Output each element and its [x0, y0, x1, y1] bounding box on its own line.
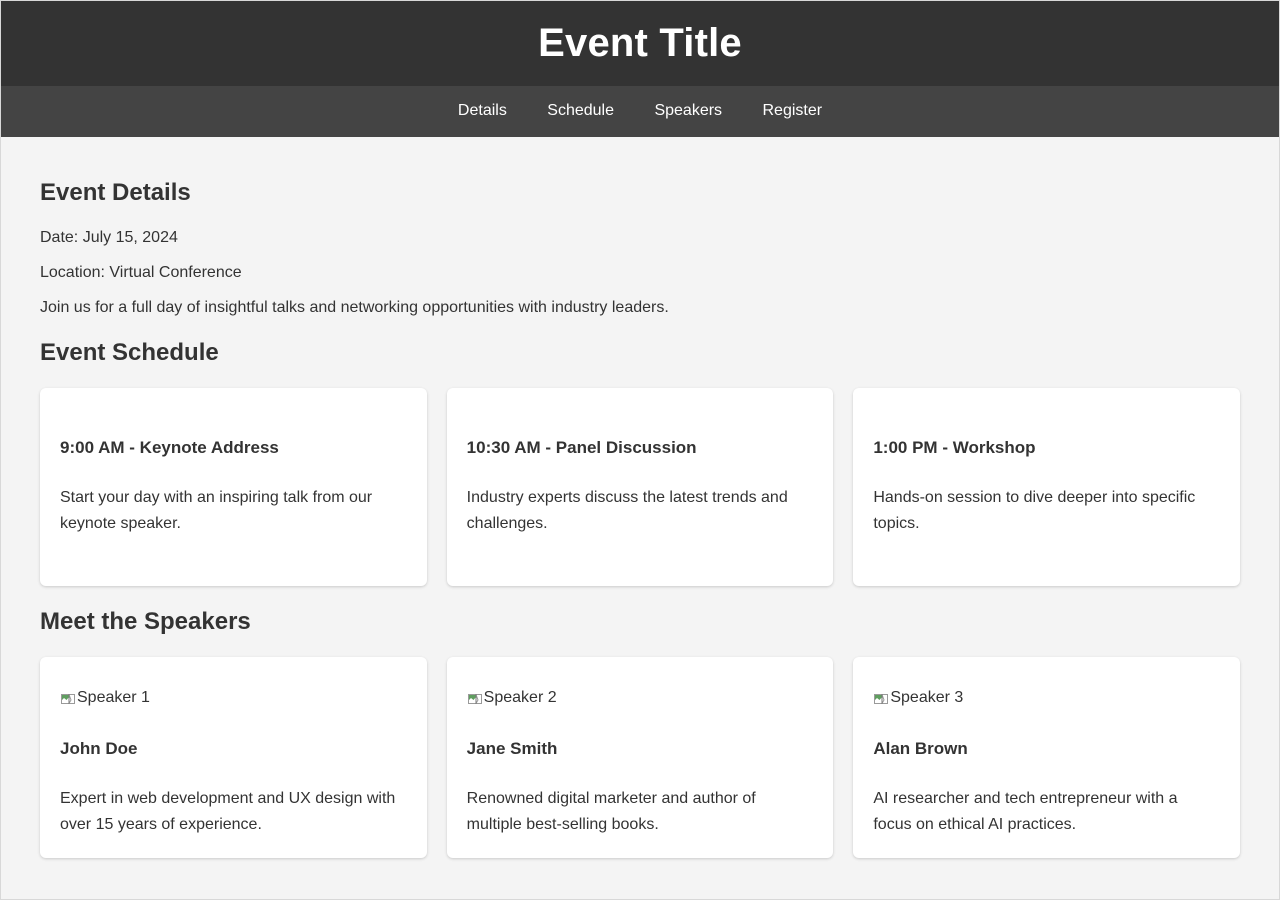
schedule-card[interactable]: 1:00 PM - Workshop Hands-on session to d…: [853, 388, 1241, 586]
main-navigation: Details Schedule Speakers Register: [1, 86, 1279, 137]
event-details-section: Event Details Date: July 15, 2024 Locati…: [21, 179, 1259, 317]
speaker-bio: AI researcher and tech entrepreneur with…: [873, 789, 1178, 833]
broken-image-icon: [873, 691, 889, 707]
site-header: Event Title: [1, 1, 1279, 86]
event-schedule-heading: Event Schedule: [40, 339, 219, 366]
speaker-bio: Expert in web development and UX design …: [60, 789, 396, 833]
event-location: Location: Virtual Conference: [40, 264, 242, 281]
broken-image-icon: [467, 691, 483, 707]
schedule-card[interactable]: 9:00 AM - Keynote Address Start your day…: [40, 388, 427, 586]
event-details-heading: Event Details: [40, 179, 191, 206]
speaker-bio: Renowned digital marketer and author of …: [466, 789, 756, 833]
speaker-photo-alt-text: Speaker 3: [890, 689, 964, 706]
speaker-photo-alt-text: Speaker 2: [483, 689, 557, 706]
speaker-photo[interactable]: Speaker 3: [873, 688, 963, 707]
schedule-item-title: 10:30 AM - Panel Discussion: [466, 438, 697, 457]
speakers-card-grid: Speaker 1 John Doe Expert in web develop…: [21, 657, 1259, 858]
schedule-item-description: Start your day with an inspiring talk fr…: [60, 489, 373, 532]
speaker-photo[interactable]: Speaker 2: [467, 688, 557, 707]
schedule-item-description: Hands-on session to dive deeper into spe…: [873, 489, 1196, 532]
schedule-item-title: 1:00 PM - Workshop: [873, 438, 1036, 457]
nav-link-speakers[interactable]: Speakers: [654, 101, 722, 121]
schedule-card-grid: 9:00 AM - Keynote Address Start your day…: [21, 388, 1259, 586]
speaker-card[interactable]: Speaker 2 Jane Smith Renowned digital ma…: [446, 657, 834, 858]
schedule-item-description: Industry experts discuss the latest tren…: [466, 489, 788, 532]
schedule-item-title: 9:00 AM - Keynote Address: [60, 438, 279, 457]
speaker-card[interactable]: Speaker 1 John Doe Expert in web develop…: [40, 657, 427, 858]
speaker-card[interactable]: Speaker 3 Alan Brown AI researcher and t…: [853, 657, 1241, 858]
speaker-photo[interactable]: Speaker 1: [60, 688, 150, 707]
event-description: Join us for a full day of insightful tal…: [40, 299, 669, 316]
schedule-card[interactable]: 10:30 AM - Panel Discussion Industry exp…: [446, 388, 834, 586]
event-date: Date: July 15, 2024: [40, 229, 178, 246]
nav-link-details[interactable]: Details: [458, 101, 507, 121]
speakers-heading: Meet the Speakers: [40, 608, 251, 635]
event-schedule-section: Event Schedule 9:00 AM - Keynote Address…: [21, 339, 1259, 586]
speaker-name: John Doe: [60, 738, 138, 758]
speaker-photo-alt-text: Speaker 1: [77, 689, 150, 706]
speaker-name: Jane Smith: [466, 738, 558, 758]
page-title: Event Title: [538, 21, 742, 65]
broken-image-icon: [60, 691, 76, 707]
speakers-section: Meet the Speakers Speaker 1 John Doe Exp…: [21, 608, 1259, 858]
nav-link-register[interactable]: Register: [763, 101, 823, 121]
main-content: Event Details Date: July 15, 2024 Locati…: [1, 137, 1279, 878]
speaker-name: Alan Brown: [873, 738, 968, 758]
nav-link-schedule[interactable]: Schedule: [547, 101, 614, 121]
